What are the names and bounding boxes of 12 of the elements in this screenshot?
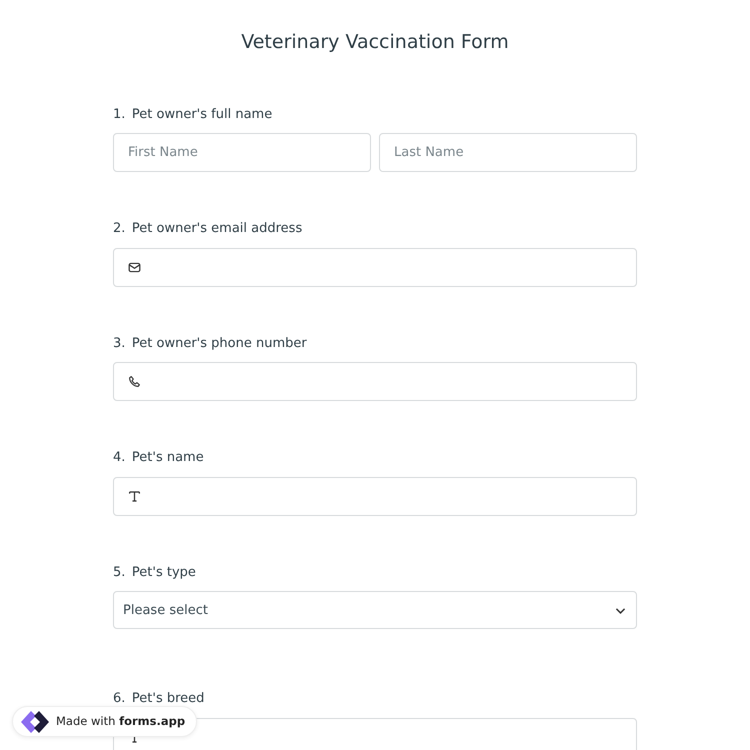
question-label: 6. Pet's breed	[113, 690, 206, 708]
question-label: 5. Pet's type	[113, 564, 197, 582]
question-label: 1. Pet owner's full name	[113, 106, 274, 124]
question-label: 4. Pet's name	[113, 449, 205, 468]
form-title: Veterinary Vaccination Form	[240, 30, 510, 54]
made-with-toast[interactable]: Made with forms.app	[12, 706, 198, 737]
question-label: 3. Pet owner's phone number	[113, 334, 308, 353]
select-field[interactable]: Please select	[113, 591, 637, 630]
text-field[interactable]: Last Name	[379, 133, 637, 172]
text-field[interactable]: First Name	[113, 133, 371, 172]
question-label: 2. Pet owner's email address	[113, 220, 304, 238]
badge-text: Made with forms.app	[56, 712, 186, 730]
